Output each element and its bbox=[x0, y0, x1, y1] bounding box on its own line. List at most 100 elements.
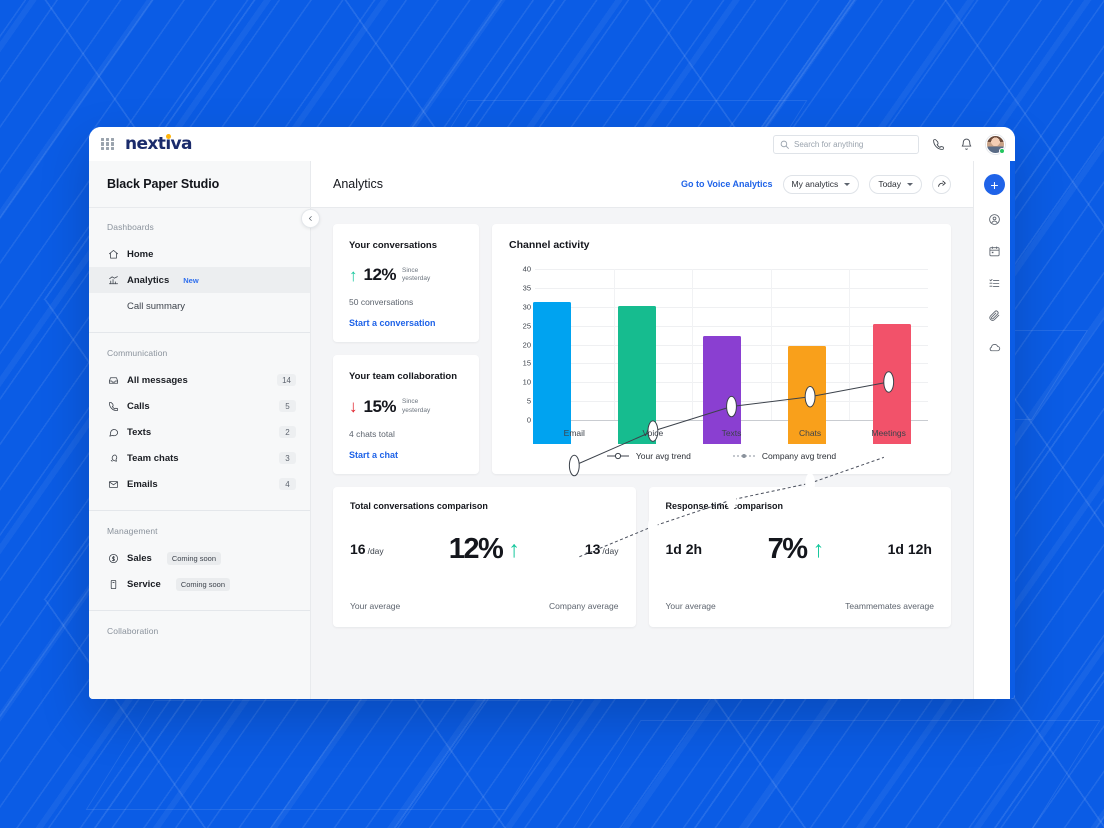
chevron-left-icon bbox=[308, 216, 312, 221]
stat-since-label: Since yesterday bbox=[402, 267, 431, 283]
chat-bubble-icon bbox=[107, 426, 119, 438]
sidebar-item-label: Team chats bbox=[127, 452, 179, 464]
new-badge: New bbox=[183, 275, 199, 285]
logo-text: nextiva bbox=[125, 134, 193, 154]
sidebar-item-count: 5 bbox=[279, 400, 296, 412]
trend-point[interactable] bbox=[805, 472, 816, 494]
contact-person-icon[interactable] bbox=[987, 211, 1003, 227]
sidebar-item-label: Service bbox=[127, 578, 161, 590]
sidebar-item-count: 2 bbox=[279, 426, 296, 438]
trend-point[interactable] bbox=[883, 445, 894, 466]
chevron-down-icon bbox=[844, 182, 851, 186]
sidebar-item-calls[interactable]: Calls 5 bbox=[89, 393, 310, 419]
chart-x-axis: Email Voice Texts Chats Meetings bbox=[535, 422, 928, 444]
service-icon bbox=[107, 578, 119, 590]
sidebar-divider bbox=[89, 510, 310, 511]
sidebar-item-count: 3 bbox=[279, 452, 296, 464]
window-edge-accent bbox=[1010, 161, 1015, 699]
nextiva-logo: nextiva bbox=[125, 133, 193, 154]
sidebar-item-label: Texts bbox=[127, 426, 152, 438]
sidebar-item-label: Home bbox=[127, 248, 154, 260]
phone-icon bbox=[107, 400, 119, 412]
sidebar-item-call-summary[interactable]: Call summary bbox=[89, 293, 310, 319]
trend-point[interactable] bbox=[569, 455, 579, 475]
chats-icon bbox=[107, 452, 119, 464]
phone-icon[interactable] bbox=[930, 136, 947, 153]
sidebar-item-label: Analytics bbox=[127, 274, 170, 286]
left-unit: /day bbox=[367, 546, 384, 557]
trend-point[interactable] bbox=[727, 396, 737, 416]
app-window: nextiva Search for anything Black Paper … bbox=[89, 127, 1015, 699]
top-bar: nextiva Search for anything bbox=[89, 127, 1015, 161]
chart-plot-region: 0 5 10 15 20 25 30 35 40 Email Voice Texts Chats Mee… bbox=[509, 265, 934, 570]
trend-point[interactable] bbox=[726, 489, 737, 511]
inbox-icon bbox=[107, 374, 119, 386]
bell-icon[interactable] bbox=[958, 136, 975, 153]
card-title: Your team collaboration bbox=[349, 371, 458, 383]
start-a-chat-link[interactable]: Start a chat bbox=[349, 450, 465, 460]
go-to-voice-analytics-link[interactable]: Go to Voice Analytics bbox=[681, 179, 773, 189]
stat-cards-column: Your conversations ↑ 12% Since yesterday … bbox=[333, 224, 479, 474]
sidebar-item-all-messages[interactable]: All messages 14 bbox=[89, 367, 310, 393]
sidebar-item-emails[interactable]: Emails 4 bbox=[89, 471, 310, 497]
scope-filter-dropdown[interactable]: My analytics bbox=[782, 174, 860, 194]
start-a-conversation-link[interactable]: Start a conversation bbox=[349, 318, 465, 328]
stat-row: ↓ 15% Since yesterday bbox=[349, 397, 465, 417]
sidebar-item-count: 14 bbox=[277, 374, 296, 386]
left-number: 16 bbox=[350, 541, 366, 558]
background-shape bbox=[559, 720, 1101, 828]
x-axis-label: Meetings bbox=[871, 428, 906, 438]
page-header-actions: Go to Voice Analytics My analytics Today bbox=[681, 174, 951, 194]
date-filter-dropdown[interactable]: Today bbox=[869, 174, 922, 194]
stat-since-label: Since yesterday bbox=[402, 398, 431, 414]
sidebar-group-dashboards: Dashboards bbox=[107, 222, 154, 232]
envelope-icon bbox=[107, 478, 119, 490]
sidebar-item-texts[interactable]: Texts 2 bbox=[89, 419, 310, 445]
top-bar-actions: Search for anything bbox=[773, 134, 1005, 154]
sidebar-item-service[interactable]: Service Coming soon bbox=[89, 571, 310, 597]
sidebar-item-sales[interactable]: Sales Coming soon bbox=[89, 545, 310, 571]
dashboard-row-top: Your conversations ↑ 12% Since yesterday … bbox=[333, 224, 951, 570]
add-button[interactable]: + bbox=[984, 174, 1005, 195]
trend-point[interactable] bbox=[647, 516, 658, 537]
grid-apps-icon[interactable] bbox=[101, 137, 114, 151]
sidebar-group-collaboration: Collaboration bbox=[107, 626, 159, 636]
sidebar-group-communication: Communication bbox=[107, 348, 168, 358]
sidebar: Black Paper Studio Dashboards Home Analy… bbox=[89, 161, 320, 699]
x-axis-label: Email bbox=[563, 428, 585, 438]
cloud-icon[interactable] bbox=[987, 339, 1003, 355]
coming-soon-badge: Coming soon bbox=[166, 551, 222, 565]
trend-point[interactable] bbox=[569, 548, 580, 570]
search-placeholder: Search for anything bbox=[794, 139, 864, 149]
trend-point[interactable] bbox=[805, 387, 815, 407]
x-axis-label: Texts bbox=[721, 428, 742, 438]
team-collaboration-card: Your team collaboration ↓ 15% Since yeste… bbox=[333, 355, 479, 474]
sidebar-item-analytics[interactable]: Analytics New bbox=[89, 267, 310, 293]
sidebar-item-label: All messages bbox=[127, 374, 188, 386]
sidebar-collapse-button[interactable] bbox=[301, 209, 320, 228]
dashboard-body: Your conversations ↑ 12% Since yesterday … bbox=[311, 208, 973, 699]
delta-percent: 12% bbox=[448, 532, 504, 565]
online-status-indicator bbox=[999, 147, 1005, 154]
left-value: 16/day bbox=[350, 541, 384, 557]
calendar-icon[interactable] bbox=[987, 243, 1003, 259]
paperclip-icon[interactable] bbox=[987, 307, 1003, 323]
sidebar-item-home[interactable]: Home bbox=[89, 241, 310, 267]
search-input[interactable]: Search for anything bbox=[773, 134, 919, 154]
task-list-icon[interactable] bbox=[987, 275, 1003, 291]
page-header: Analytics Go to Voice Analytics My analy… bbox=[311, 161, 973, 208]
analytics-icon bbox=[107, 274, 119, 286]
stat-row: ↑ 12% Since yesterday bbox=[349, 265, 465, 285]
trend-point[interactable] bbox=[884, 372, 894, 392]
user-avatar[interactable] bbox=[986, 134, 1005, 154]
sidebar-header: Black Paper Studio bbox=[89, 161, 310, 208]
your-conversations-card: Your conversations ↑ 12% Since yesterday … bbox=[333, 224, 479, 343]
share-button[interactable] bbox=[932, 174, 951, 194]
sidebar-item-team-chats[interactable]: Team chats 3 bbox=[89, 445, 310, 471]
card-title: Your conversations bbox=[349, 240, 437, 251]
chart-trend-lines bbox=[535, 269, 928, 570]
date-filter-value: Today bbox=[878, 179, 901, 189]
left-label: Your average bbox=[350, 600, 401, 611]
channel-activity-card: Channel activity 0 5 10 15 20 25 30 35 40 Email V… bbox=[492, 224, 951, 570]
arrow-up-icon: ↑ bbox=[508, 535, 520, 562]
